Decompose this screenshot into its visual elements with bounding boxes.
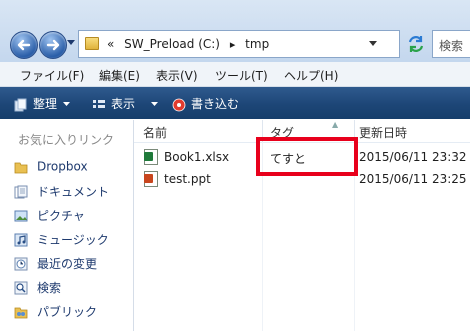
pictures-icon <box>14 210 28 221</box>
burn-button[interactable]: 書き込む <box>172 95 239 112</box>
highlight-annotation <box>256 137 358 176</box>
sidebar-item-music[interactable]: ミュージック <box>14 231 109 249</box>
sidebar-item-label: 検索 <box>37 281 62 295</box>
folder-icon <box>14 162 28 173</box>
sidebar-item-public[interactable]: パブリック <box>14 303 97 321</box>
organize-icon <box>14 98 27 111</box>
breadcrumb-overflow[interactable]: « <box>107 37 114 51</box>
chevron-down-icon <box>63 102 71 106</box>
view-button[interactable]: 表示 <box>92 95 159 112</box>
sidebar-item-label: パブリック <box>37 305 98 319</box>
burn-disc-icon <box>172 98 186 111</box>
breadcrumb-drive[interactable]: SW_Preload (C:) <box>124 37 220 51</box>
burn-label: 書き込む <box>191 97 240 111</box>
forward-button[interactable] <box>39 31 67 59</box>
recent-icon <box>14 257 28 270</box>
recent-pages-dropdown-icon[interactable] <box>67 40 75 46</box>
sidebar-item-label: ミュージック <box>37 233 109 247</box>
address-bar[interactable]: « SW_Preload (C:) ▸ tmp <box>78 30 400 58</box>
search-folder-icon <box>14 281 28 294</box>
sidebar-item-search[interactable]: 検索 <box>14 279 61 297</box>
sidebar-item-recent[interactable]: 最近の変更 <box>14 255 97 273</box>
navigation-pane: お気に入りリンク Dropbox ドキュメント ピクチャ ミュージック 最近の変… <box>0 120 134 331</box>
excel-icon <box>144 149 158 165</box>
sort-ascending-icon: ▲ <box>332 120 339 129</box>
sidebar-item-label: ピクチャ <box>37 209 85 223</box>
public-icon <box>14 307 28 318</box>
breadcrumb-tmp[interactable]: tmp <box>245 37 269 51</box>
refresh-icon[interactable] <box>404 32 428 56</box>
menu-file[interactable]: ファイル(F) <box>20 67 84 84</box>
command-bar: 整理 表示 書き込む <box>0 87 470 119</box>
explorer-window: « SW_Preload (C:) ▸ tmp 検索 ファイル(F) 編集(E)… <box>0 0 470 331</box>
menu-tools[interactable]: ツール(T) <box>215 67 268 84</box>
file-modified: 2015/06/11 23:32 <box>359 150 467 164</box>
search-placeholder: 検索 <box>439 39 464 53</box>
documents-icon <box>14 185 28 198</box>
organize-button[interactable]: 整理 <box>14 95 71 112</box>
menu-bar: ファイル(F) 編集(E) 表示(V) ツール(T) ヘルプ(H) <box>0 62 470 87</box>
sidebar-item-label: Dropbox <box>37 159 88 174</box>
breadcrumb-separator[interactable]: ▸ <box>230 38 236 51</box>
breadcrumb: « SW_Preload (C:) ▸ tmp <box>107 37 269 51</box>
organize-label: 整理 <box>33 97 58 111</box>
address-history-dropdown-icon[interactable] <box>369 41 377 47</box>
back-button[interactable] <box>10 31 38 59</box>
file-name: test.ppt <box>164 172 211 186</box>
sidebar-item-pictures[interactable]: ピクチャ <box>14 207 85 225</box>
folder-icon <box>85 37 99 50</box>
favorites-header: お気に入りリンク <box>18 133 115 147</box>
menu-view[interactable]: 表示(V) <box>156 67 198 84</box>
sidebar-item-documents[interactable]: ドキュメント <box>14 183 109 201</box>
file-modified: 2015/06/11 23:25 <box>359 172 467 186</box>
view-icon <box>93 99 105 108</box>
search-input[interactable]: 検索 <box>432 30 470 58</box>
music-icon <box>14 233 28 246</box>
arrow-left-icon <box>17 39 31 51</box>
menu-edit[interactable]: 編集(E) <box>99 67 140 84</box>
sidebar-item-label: 最近の変更 <box>37 257 98 271</box>
sidebar-item-label: ドキュメント <box>37 185 110 199</box>
file-name: Book1.xlsx <box>164 150 230 164</box>
sidebar-item-dropbox[interactable]: Dropbox <box>14 159 88 177</box>
chevron-down-icon <box>151 102 159 106</box>
column-header-modified[interactable]: 更新日時 <box>359 124 407 141</box>
arrow-right-icon <box>46 39 60 51</box>
menu-help[interactable]: ヘルプ(H) <box>284 67 338 84</box>
view-label: 表示 <box>111 97 136 111</box>
powerpoint-icon <box>144 171 158 187</box>
column-header-name[interactable]: 名前 <box>143 124 167 141</box>
address-toolbar: « SW_Preload (C:) ▸ tmp 検索 <box>0 0 470 62</box>
